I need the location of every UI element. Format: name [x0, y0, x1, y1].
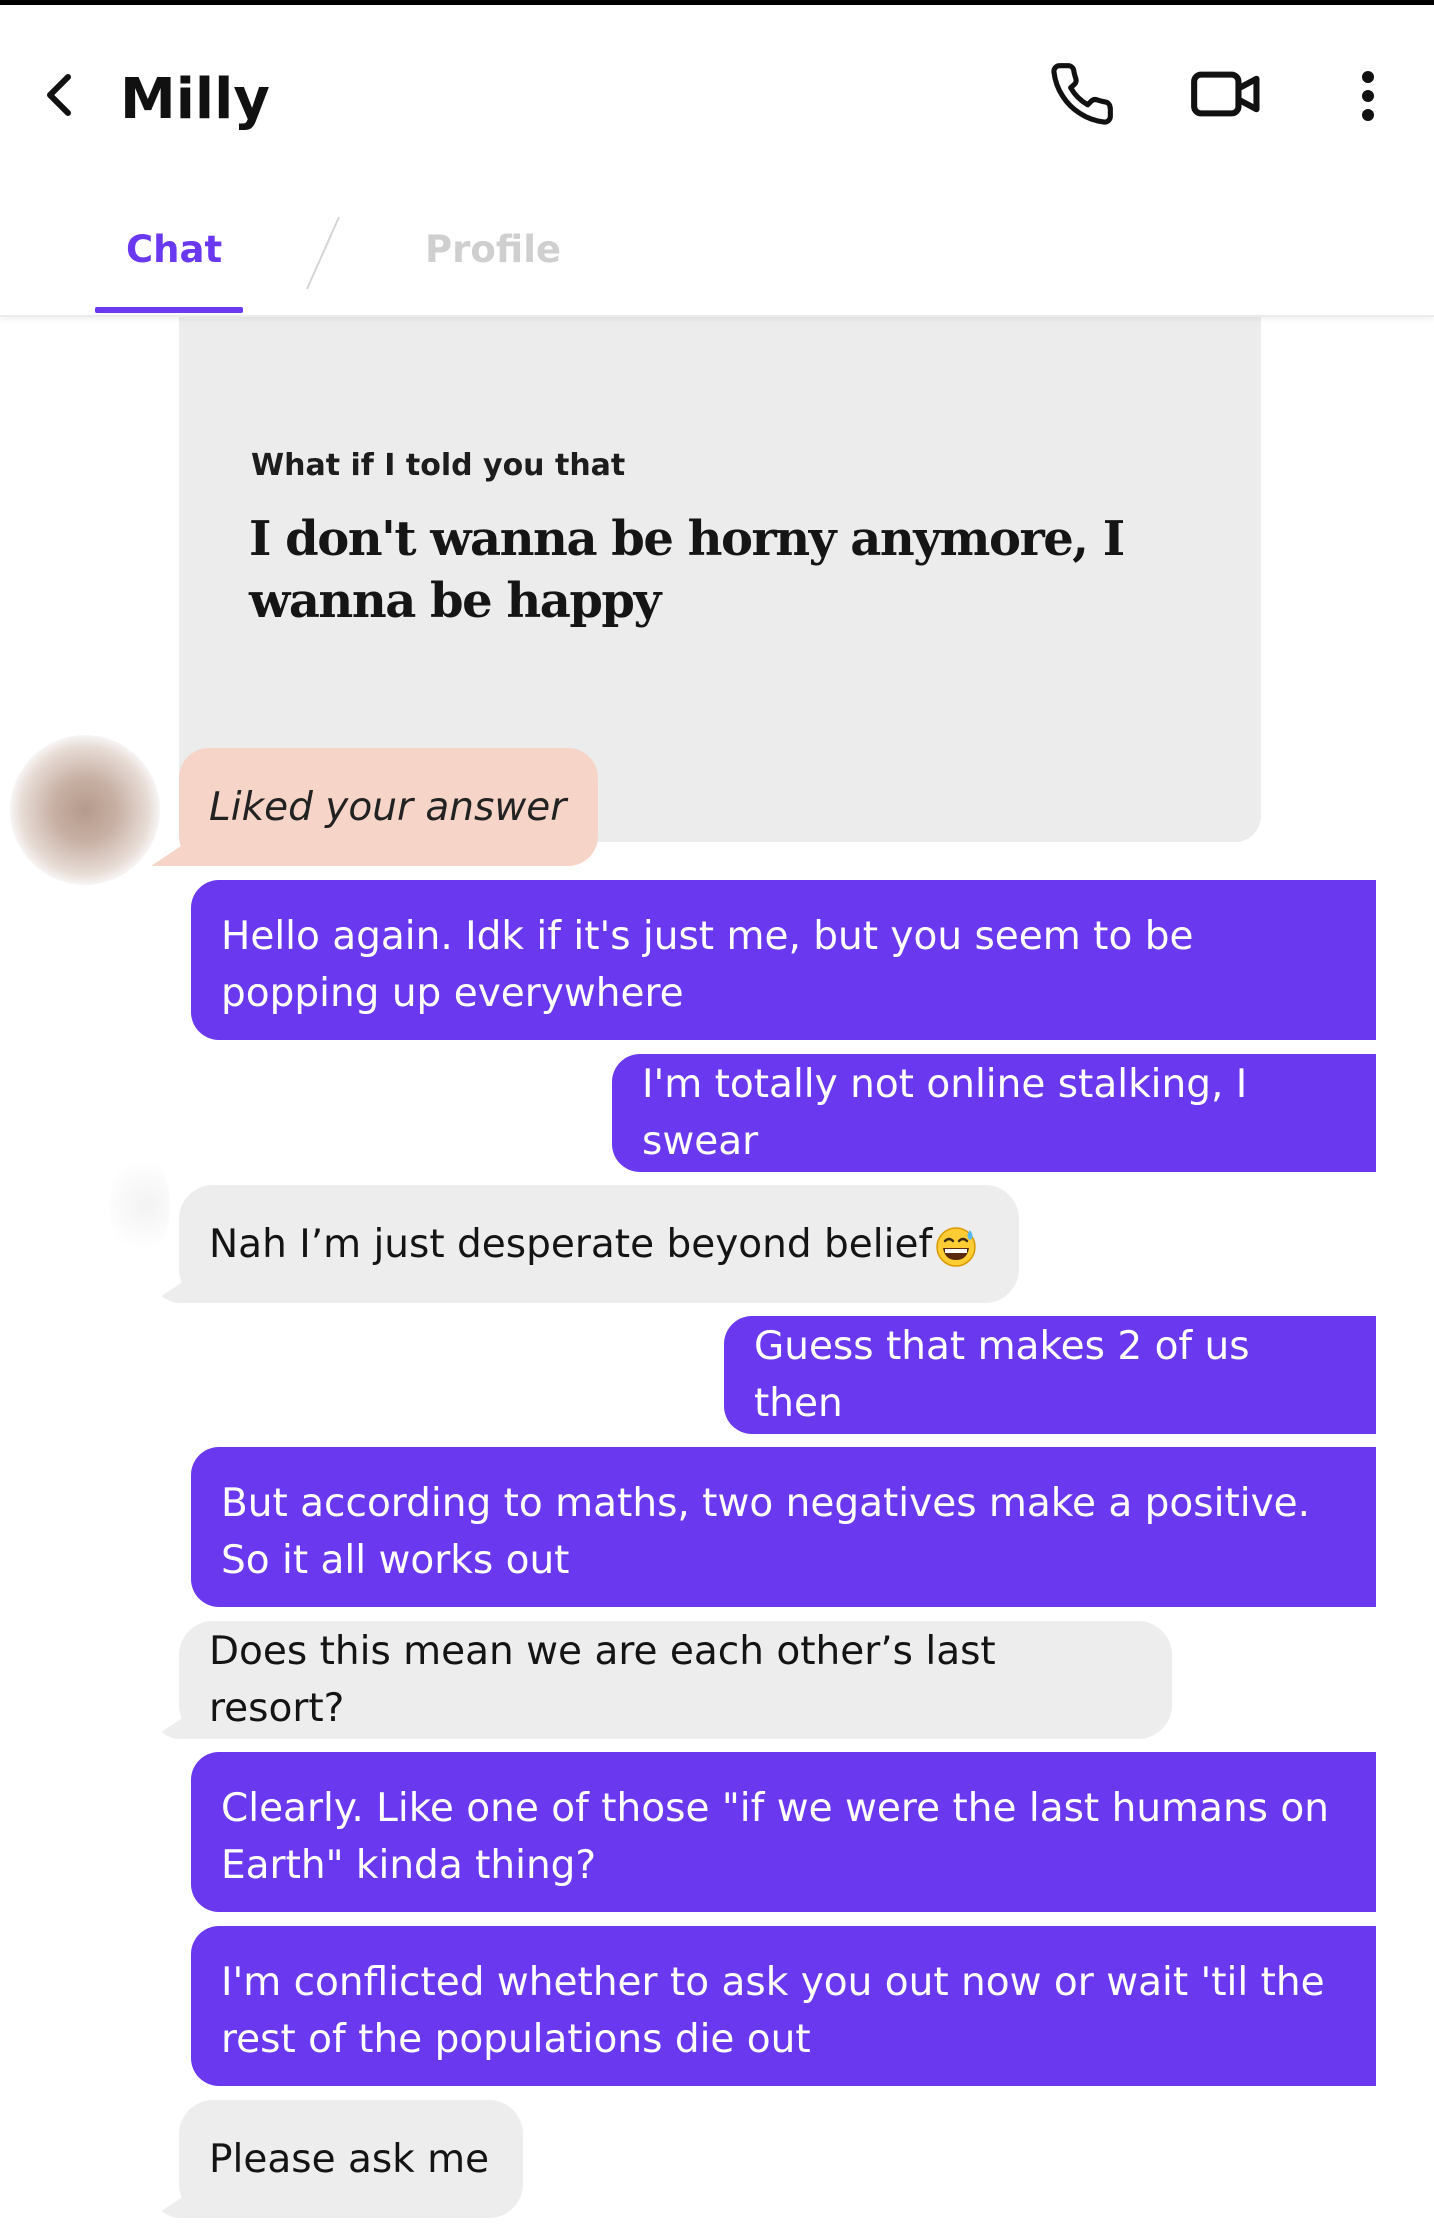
- outgoing-message[interactable]: I'm conflicted whether to ask you out no…: [191, 1926, 1376, 2086]
- outgoing-message[interactable]: Hello again. Idk if it's just me, but yo…: [191, 880, 1376, 1040]
- message-text: Nah I’m just desperate beyond belief: [209, 1216, 978, 1273]
- back-chevron-icon: [47, 74, 71, 116]
- incoming-message[interactable]: Does this mean we are each other’s last …: [179, 1621, 1172, 1739]
- video-call-icon: [1191, 71, 1260, 117]
- prompt-answer: I don't wanna be horny anymore, I wanna …: [249, 511, 1125, 629]
- outgoing-message[interactable]: But according to maths, two negatives ma…: [191, 1447, 1376, 1607]
- outgoing-message[interactable]: Clearly. Like one of those "if we were t…: [191, 1752, 1376, 1912]
- grinning-sweat-emoji-icon: [936, 1227, 976, 1267]
- video-call-button[interactable]: [1190, 60, 1262, 128]
- tab-profile[interactable]: Profile: [425, 225, 561, 275]
- outgoing-message[interactable]: I'm totally not online stalking, I swear: [612, 1054, 1376, 1172]
- more-vertical-icon: [1362, 71, 1374, 121]
- active-tab-indicator: [95, 307, 243, 313]
- phone-call-button[interactable]: [1048, 60, 1116, 128]
- contact-name[interactable]: Milly: [120, 65, 270, 135]
- tab-chat[interactable]: Chat: [126, 225, 222, 275]
- message-text: Hello again. Idk if it's just me, but yo…: [221, 914, 1194, 1016]
- chat-header: Milly: [0, 5, 1434, 185]
- back-button[interactable]: [38, 65, 82, 125]
- like-notice-bubble: Liked your answer: [179, 748, 598, 866]
- prompt-question: What if I told you that: [251, 448, 626, 483]
- message-text: Does this mean we are each other’s last …: [209, 1629, 996, 1731]
- message-text: Please ask me: [209, 2136, 490, 2182]
- incoming-message[interactable]: Please ask me: [179, 2100, 523, 2218]
- message-text: I'm totally not online stalking, I swear: [642, 1062, 1248, 1164]
- message-text: Clearly. Like one of those "if we were t…: [221, 1786, 1329, 1888]
- message-text: Liked your answer: [209, 784, 567, 830]
- outgoing-message[interactable]: Guess that makes 2 of us then: [724, 1316, 1376, 1434]
- avatar-placeholder: [110, 1150, 170, 1260]
- incoming-message[interactable]: Nah I’m just desperate beyond belief: [179, 1185, 1019, 1303]
- message-text: But according to maths, two negatives ma…: [221, 1481, 1311, 1583]
- message-text: I'm conflicted whether to ask you out no…: [221, 1960, 1325, 2062]
- more-options-button[interactable]: [1352, 60, 1384, 130]
- message-text-content: Nah I’m just desperate beyond belief: [209, 1221, 933, 1267]
- phone-icon: [1051, 63, 1113, 125]
- message-text: Guess that makes 2 of us then: [754, 1324, 1250, 1426]
- tab-divider: [306, 216, 340, 290]
- tab-bar: Chat Profile: [0, 185, 1434, 317]
- avatar[interactable]: [10, 735, 160, 885]
